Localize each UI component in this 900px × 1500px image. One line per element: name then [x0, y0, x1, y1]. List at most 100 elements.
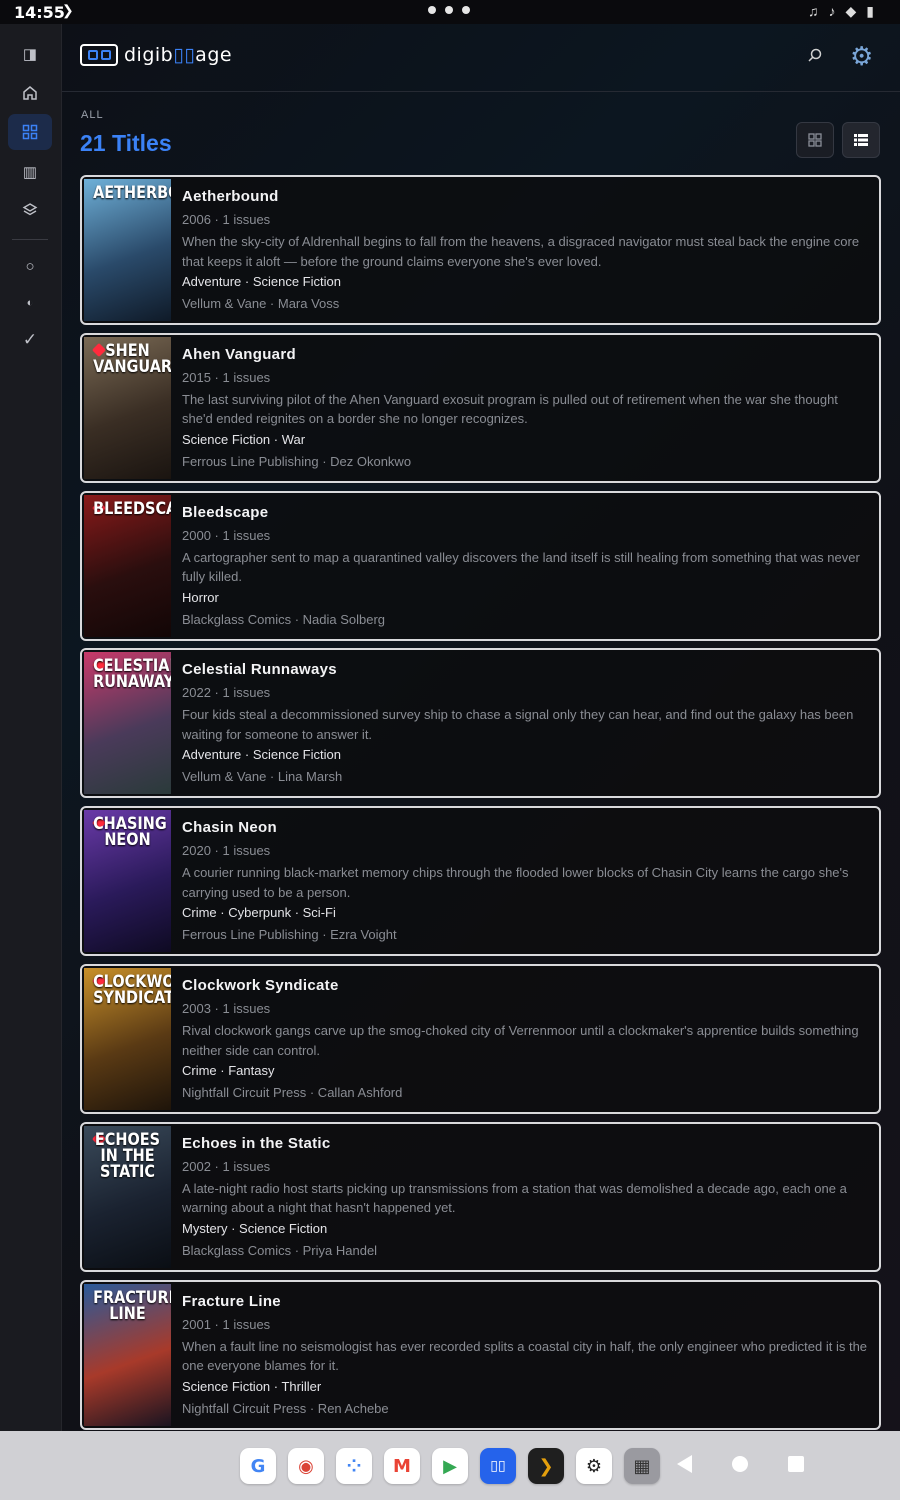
title-genres: Science Fiction · War: [182, 431, 306, 447]
title-card[interactable]: CHASING NEON Chasin Neon 2020 · 1 issues…: [80, 806, 881, 957]
title-description: When the sky-city of Aldrenhall begins t…: [182, 234, 860, 269]
title-name: Bleedscape: [182, 503, 269, 521]
app-dock: G ◉ ⁘ M ▶ ▯▯ ❯ ⚙ ▦: [240, 1448, 660, 1484]
settings-icon[interactable]: ⚙: [576, 1448, 612, 1484]
title-card[interactable]: SHEN VANGUARD Ahen Vanguard 2015 · 1 iss…: [80, 332, 881, 483]
title-card[interactable]: AETHERBOUND Aetherbound 2006 · 1 issues …: [80, 175, 881, 325]
title-publisher: Blackglass Comics · Nadia Solberg: [182, 611, 386, 627]
title-meta: 2020 · 1 issues: [182, 843, 271, 859]
cover-title: BLEEDSCAPE: [93, 498, 171, 519]
circle-icon: ○: [25, 257, 35, 275]
title-description: When a fault line no seismologist has ev…: [182, 1338, 868, 1374]
search-button[interactable]: [807, 47, 827, 67]
title-meta: 2015 · 1 issues: [182, 369, 271, 385]
search-icon: [808, 48, 822, 62]
wifi-icon: ◆: [845, 3, 857, 19]
cover-image[interactable]: AETHERBOUND: [84, 179, 171, 321]
home-button[interactable]: [8, 75, 52, 111]
main-content: digib▯▯age ⚙ ALL 21 Titles AETHERBOUND A…: [62, 24, 900, 1431]
list-view-button[interactable]: [842, 122, 880, 158]
window-handle-icon[interactable]: [428, 6, 470, 14]
chevron-right-icon: ❯: [62, 2, 74, 18]
grid-view-button[interactable]: [796, 122, 834, 158]
cover-image[interactable]: CHASING NEON: [84, 810, 171, 953]
battery-icon: ▮: [866, 3, 874, 19]
assistant-icon[interactable]: ⁘: [336, 1448, 372, 1484]
title-description: Rival clockwork gangs carve up the smog-…: [182, 1023, 859, 1058]
cover-image[interactable]: CLOCKWORK SYNDICATE: [84, 968, 171, 1110]
gmail-icon[interactable]: M: [384, 1448, 420, 1484]
title-meta: 2001 · 1 issues: [182, 1316, 271, 1332]
top-bar: digib▯▯age ⚙: [62, 24, 900, 92]
grid-icon: [22, 124, 38, 140]
logo-book-icon: [80, 44, 118, 66]
settings-button[interactable]: ⚙: [850, 43, 876, 69]
gear-icon: ⚙: [850, 41, 874, 71]
reading-button[interactable]: ▥: [8, 154, 52, 190]
half-circle-icon: ◐: [26, 297, 34, 309]
title-meta: 2002 · 1 issues: [182, 1158, 271, 1174]
title-name: Aetherbound: [182, 188, 279, 205]
title-card[interactable]: FRACTURE LINE Fracture Line 2001 · 1 iss…: [80, 1279, 881, 1430]
collections-button[interactable]: [8, 192, 52, 228]
title-genres: Adventure · Science Fiction: [182, 747, 341, 763]
system-nav-bar: G ◉ ⁘ M ▶ ▯▯ ❯ ⚙ ▦: [0, 1431, 900, 1500]
title-publisher: Nightfall Circuit Press · Callan Ashford: [182, 1085, 403, 1100]
title-name: Ahen Vanguard: [182, 345, 296, 363]
title-meta: 2022 · 1 issues: [182, 685, 271, 701]
plex-icon[interactable]: ❯: [528, 1448, 564, 1484]
title-description: The last surviving pilot of the Ahen Van…: [182, 391, 838, 427]
sidebar-toggle-button[interactable]: ◨: [8, 36, 52, 72]
title-name: Echoes in the Static: [182, 1134, 331, 1152]
title-genres: Science Fiction · Thriller: [182, 1378, 322, 1394]
library-grid-button[interactable]: [8, 114, 52, 150]
grid-view-icon: [808, 133, 822, 147]
title-card[interactable]: BLEEDSCAPE Bleedscape 2000 · 1 issues A …: [80, 490, 881, 641]
title-publisher: Vellum & Vane · Lina Marsh: [182, 769, 343, 785]
cover-image[interactable]: CELESTIAL RUNAWAYS: [84, 652, 171, 795]
list-view-icon: [854, 134, 868, 146]
title-description: A courier running black-market memory ch…: [182, 865, 849, 900]
title-publisher: Nightfall Circuit Press · Ren Achebe: [182, 1400, 389, 1416]
title-description: Four kids steal a decommissioned survey …: [182, 707, 854, 742]
cover-image[interactable]: FRACTURE LINE: [84, 1283, 171, 1426]
title-publisher: Ferrous Line Publishing · Ezra Voight: [182, 927, 397, 943]
cover-image[interactable]: BLEEDSCAPE: [84, 494, 171, 637]
title-card[interactable]: ECHOES IN THE STATIC Echoes in the Stati…: [80, 1121, 881, 1272]
app-drawer-icon[interactable]: ▦: [624, 1448, 660, 1484]
home-nav-button[interactable]: [732, 1456, 748, 1472]
cover-title: CLOCKWORK SYNDICATE: [93, 972, 171, 1008]
title-genres: Adventure · Science Fiction: [182, 274, 341, 289]
in-progress-filter-button[interactable]: ◐: [8, 285, 52, 321]
title-meta: 2003 · 1 issues: [182, 1001, 271, 1016]
chrome-icon[interactable]: ◉: [288, 1448, 324, 1484]
title-name: Clockwork Syndicate: [182, 977, 339, 994]
library-filter-label: ALL: [81, 109, 104, 121]
google-icon[interactable]: G: [240, 1448, 276, 1484]
status-bar: 14:55 ❯ ♫ ♪ ◆ ▮: [0, 0, 900, 24]
play-store-icon[interactable]: ▶: [432, 1448, 468, 1484]
title-card[interactable]: CLOCKWORK SYNDICATE Clockwork Syndicate …: [80, 964, 881, 1114]
check-icon: ✓: [22, 330, 38, 349]
read-filter-button[interactable]: ✓: [8, 322, 52, 358]
app-logo[interactable]: digib▯▯age: [80, 44, 232, 66]
digibooage-app-icon[interactable]: ▯▯: [480, 1448, 516, 1484]
title-card[interactable]: CELESTIAL RUNAWAYS Celestial Runnaways 2…: [80, 648, 881, 799]
title-genres: Crime · Fantasy: [182, 1063, 275, 1078]
mic-off-icon: ♫: [808, 3, 819, 19]
title-name: Fracture Line: [182, 1292, 281, 1310]
title-publisher: Ferrous Line Publishing · Dez Okonkwo: [182, 453, 412, 469]
sidebar-toggle-icon: ◨: [22, 46, 38, 63]
title-genres: Horror: [182, 589, 219, 605]
cover-title: ECHOES IN THE STATIC: [94, 1129, 161, 1182]
title-name: Celestial Runnaways: [182, 661, 337, 679]
book-open-icon: ▥: [22, 164, 38, 181]
recents-button[interactable]: [788, 1456, 804, 1472]
layers-icon: [22, 203, 38, 216]
cover-title: SHEN VANGUARD: [93, 340, 171, 377]
title-name: Chasin Neon: [182, 819, 277, 837]
cover-image[interactable]: SHEN VANGUARD: [84, 336, 171, 479]
unread-filter-button[interactable]: ○: [8, 248, 52, 284]
cover-image[interactable]: ECHOES IN THE STATIC: [84, 1125, 171, 1268]
back-button[interactable]: [677, 1455, 692, 1473]
